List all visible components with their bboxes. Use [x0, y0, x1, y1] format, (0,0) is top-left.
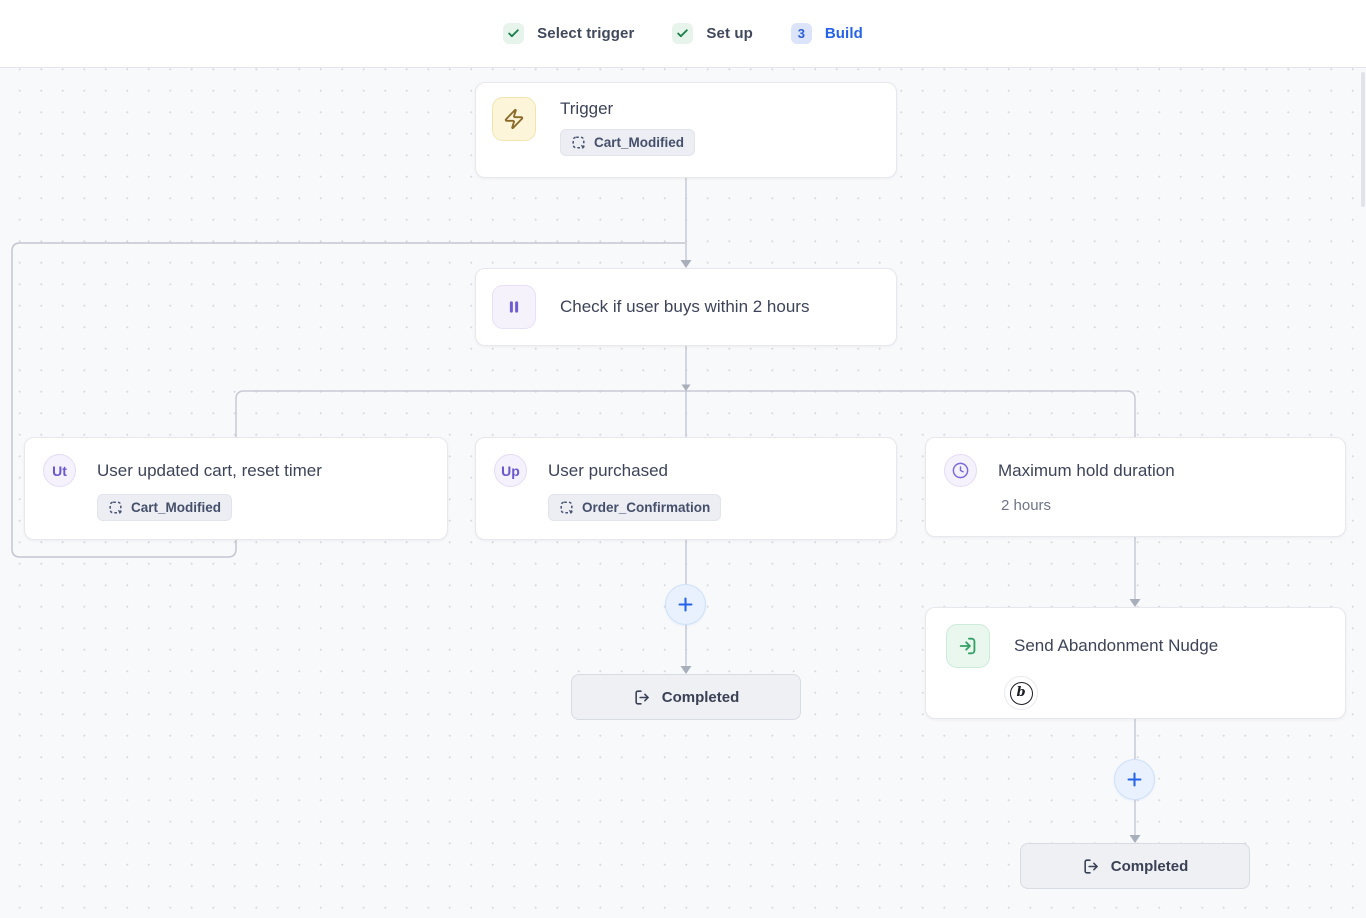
log-in-icon	[946, 624, 990, 668]
vertical-scrollbar[interactable]	[1361, 72, 1365, 207]
event-tag-label: Cart_Modified	[594, 135, 684, 150]
step-label: Build	[825, 25, 863, 42]
step-set-up[interactable]: Set up	[672, 23, 752, 44]
hold-duration-value: 2 hours	[1001, 497, 1327, 514]
event-avatar: Ut	[43, 454, 76, 487]
step-label: Set up	[706, 25, 752, 42]
workflow-canvas[interactable]: Trigger Cart_Modified Check if user buys…	[0, 68, 1366, 918]
event-tag[interactable]: Cart_Modified	[560, 129, 695, 156]
add-step-button[interactable]	[665, 584, 706, 625]
wait-node[interactable]: Check if user buys within 2 hours	[475, 268, 897, 346]
node-title: User updated cart, reset timer	[97, 459, 322, 483]
completed-exit-node[interactable]: Completed	[1020, 843, 1250, 889]
step-select-trigger[interactable]: Select trigger	[503, 23, 634, 44]
add-step-button[interactable]	[1114, 759, 1155, 800]
step-label: Select trigger	[537, 25, 634, 42]
trigger-node[interactable]: Trigger Cart_Modified	[475, 82, 897, 178]
node-title: User purchased	[548, 459, 668, 483]
event-tag-label: Order_Confirmation	[582, 500, 710, 515]
braze-letter: b	[1010, 682, 1033, 705]
event-selector-icon	[559, 500, 575, 516]
send-nudge-node[interactable]: Send Abandonment Nudge b	[925, 607, 1346, 719]
event-avatar: Up	[494, 454, 527, 487]
completed-label: Completed	[662, 689, 740, 706]
step-build[interactable]: 3 Build	[791, 23, 863, 44]
zap-icon	[492, 97, 536, 141]
check-icon	[503, 23, 524, 44]
log-out-icon	[633, 688, 652, 707]
pause-icon	[492, 285, 536, 329]
node-title: Send Abandonment Nudge	[1014, 634, 1218, 658]
plus-icon	[676, 595, 695, 614]
event-tag[interactable]: Order_Confirmation	[548, 494, 721, 521]
log-out-icon	[1082, 857, 1101, 876]
event-tag-label: Cart_Modified	[131, 500, 221, 515]
node-title: Trigger	[560, 97, 695, 121]
completed-label: Completed	[1111, 858, 1189, 875]
event-selector-icon	[571, 135, 587, 151]
plus-icon	[1125, 770, 1144, 789]
wizard-steps-header: Select trigger Set up 3 Build	[0, 0, 1366, 68]
completed-exit-node[interactable]: Completed	[571, 674, 801, 720]
event-tag[interactable]: Cart_Modified	[97, 494, 232, 521]
branch-reset-node[interactable]: Ut User updated cart, reset timer Cart_M…	[24, 437, 448, 540]
braze-integration-icon[interactable]: b	[1004, 676, 1038, 710]
event-selector-icon	[108, 500, 124, 516]
step-number-badge: 3	[791, 23, 812, 44]
clock-icon	[944, 454, 977, 487]
check-icon	[672, 23, 693, 44]
node-title: Check if user buys within 2 hours	[560, 295, 809, 319]
node-title: Maximum hold duration	[998, 459, 1175, 483]
branch-max-hold-node[interactable]: Maximum hold duration 2 hours	[925, 437, 1346, 537]
branch-purchased-node[interactable]: Up User purchased Order_Confirmation	[475, 437, 897, 540]
